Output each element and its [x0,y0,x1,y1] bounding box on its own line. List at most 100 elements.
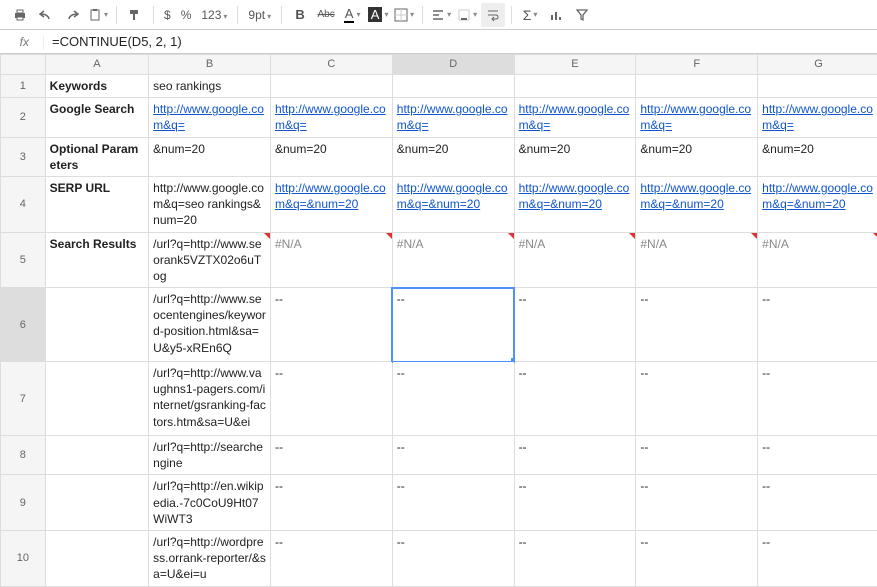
cell-G7[interactable]: -- [758,362,877,436]
cell-A8[interactable] [45,436,149,475]
link[interactable]: http://www.google.com&q=&num=20 [275,181,386,211]
cell-E10[interactable]: -- [514,531,636,587]
cell-G8[interactable]: -- [758,436,877,475]
cell-A10[interactable] [45,531,149,587]
cell-B4[interactable]: http://www.google.com&q=seo rankings&num… [149,176,271,232]
cell-C9[interactable]: -- [270,475,392,531]
link[interactable]: http://www.google.com&q= [640,102,751,132]
column-header-D[interactable]: D [392,55,514,75]
cell-A2[interactable]: Google Search [45,98,149,137]
row-header-5[interactable]: 5 [1,232,46,288]
link[interactable]: http://www.google.com&q= [397,102,508,132]
cell-D9[interactable]: -- [392,475,514,531]
functions-button[interactable]: Σ▾ [518,3,542,27]
font-size-button[interactable]: 9pt▾ [244,8,275,22]
chart-button[interactable] [544,3,568,27]
link[interactable]: http://www.google.com&q=&num=20 [519,181,630,211]
cell-G4[interactable]: http://www.google.com&q=&num=20 [758,176,877,232]
cell-D7[interactable]: -- [392,362,514,436]
borders-button[interactable]: ▾ [392,3,416,27]
row-header-4[interactable]: 4 [1,176,46,232]
formula-input[interactable]: =CONTINUE(D5, 2, 1) [44,30,877,53]
cell-B6[interactable]: /url?q=http://www.seocentengines/keyword… [149,288,271,362]
cell-C7[interactable]: -- [270,362,392,436]
cell-B7[interactable]: /url?q=http://www.vaughns1-pagers.com/in… [149,362,271,436]
column-header-A[interactable]: A [45,55,149,75]
row-header-7[interactable]: 7 [1,362,46,436]
paint-format-icon[interactable] [123,3,147,27]
cell-C4[interactable]: http://www.google.com&q=&num=20 [270,176,392,232]
redo-icon[interactable] [60,3,84,27]
column-header-E[interactable]: E [514,55,636,75]
cell-E5[interactable]: #N/A [514,232,636,288]
cell-F7[interactable]: -- [636,362,758,436]
column-header-C[interactable]: C [270,55,392,75]
select-all-corner[interactable] [1,55,46,75]
percent-button[interactable]: % [177,8,196,22]
align-button[interactable]: ▾ [429,3,453,27]
cell-F10[interactable]: -- [636,531,758,587]
link[interactable]: http://www.google.com&q= [275,102,386,132]
cell-E2[interactable]: http://www.google.com&q= [514,98,636,137]
cell-A9[interactable] [45,475,149,531]
cell-A1[interactable]: Keywords [45,75,149,98]
cell-E4[interactable]: http://www.google.com&q=&num=20 [514,176,636,232]
cell-F2[interactable]: http://www.google.com&q= [636,98,758,137]
cell-F5[interactable]: #N/A [636,232,758,288]
row-header-9[interactable]: 9 [1,475,46,531]
link[interactable]: http://www.google.com&q= [519,102,630,132]
cell-A5[interactable]: Search Results [45,232,149,288]
cell-C3[interactable]: &num=20 [270,137,392,176]
cell-E9[interactable]: -- [514,475,636,531]
valign-button[interactable]: ▾ [455,3,479,27]
cell-B10[interactable]: /url?q=http://wordpress.orrank-reporter/… [149,531,271,587]
cell-F9[interactable]: -- [636,475,758,531]
cell-C1[interactable] [270,75,392,98]
cell-E1[interactable] [514,75,636,98]
wrap-button[interactable] [481,3,505,27]
spreadsheet-grid[interactable]: ABCDEFG1Keywordsseo rankings2Google Sear… [0,54,877,587]
print-icon[interactable] [8,3,32,27]
cell-G6[interactable]: -- [758,288,877,362]
cell-B5[interactable]: /url?q=http://www.seorank5VZTX02o6uTog [149,232,271,288]
filter-button[interactable] [570,3,594,27]
link[interactable]: http://www.google.com&q= [762,102,873,132]
cell-D10[interactable]: -- [392,531,514,587]
cell-F8[interactable]: -- [636,436,758,475]
cell-D4[interactable]: http://www.google.com&q=&num=20 [392,176,514,232]
cell-D5[interactable]: #N/A [392,232,514,288]
cell-D2[interactable]: http://www.google.com&q= [392,98,514,137]
cell-B2[interactable]: http://www.google.com&q= [149,98,271,137]
cell-C8[interactable]: -- [270,436,392,475]
cell-B3[interactable]: &num=20 [149,137,271,176]
cell-F3[interactable]: &num=20 [636,137,758,176]
column-header-B[interactable]: B [149,55,271,75]
row-header-8[interactable]: 8 [1,436,46,475]
cell-G1[interactable] [758,75,877,98]
cell-E3[interactable]: &num=20 [514,137,636,176]
cell-C5[interactable]: #N/A [270,232,392,288]
link[interactable]: http://www.google.com&q= [153,102,264,132]
cell-A6[interactable] [45,288,149,362]
link[interactable]: http://www.google.com&q=&num=20 [762,181,873,211]
cell-G9[interactable]: -- [758,475,877,531]
currency-button[interactable]: $ [160,8,175,22]
cell-E7[interactable]: -- [514,362,636,436]
column-header-F[interactable]: F [636,55,758,75]
number-format-button[interactable]: 123▾ [197,8,231,22]
link[interactable]: http://www.google.com&q=&num=20 [397,181,508,211]
row-header-10[interactable]: 10 [1,531,46,587]
link[interactable]: http://www.google.com&q=&num=20 [640,181,751,211]
cell-D1[interactable] [392,75,514,98]
cell-G5[interactable]: #N/A [758,232,877,288]
cell-D3[interactable]: &num=20 [392,137,514,176]
cell-F1[interactable] [636,75,758,98]
cell-F6[interactable]: -- [636,288,758,362]
cell-C2[interactable]: http://www.google.com&q= [270,98,392,137]
row-header-1[interactable]: 1 [1,75,46,98]
cell-A7[interactable] [45,362,149,436]
row-header-3[interactable]: 3 [1,137,46,176]
text-color-button[interactable]: A▾ [340,3,364,27]
cell-B8[interactable]: /url?q=http://searchengine [149,436,271,475]
undo-icon[interactable] [34,3,58,27]
